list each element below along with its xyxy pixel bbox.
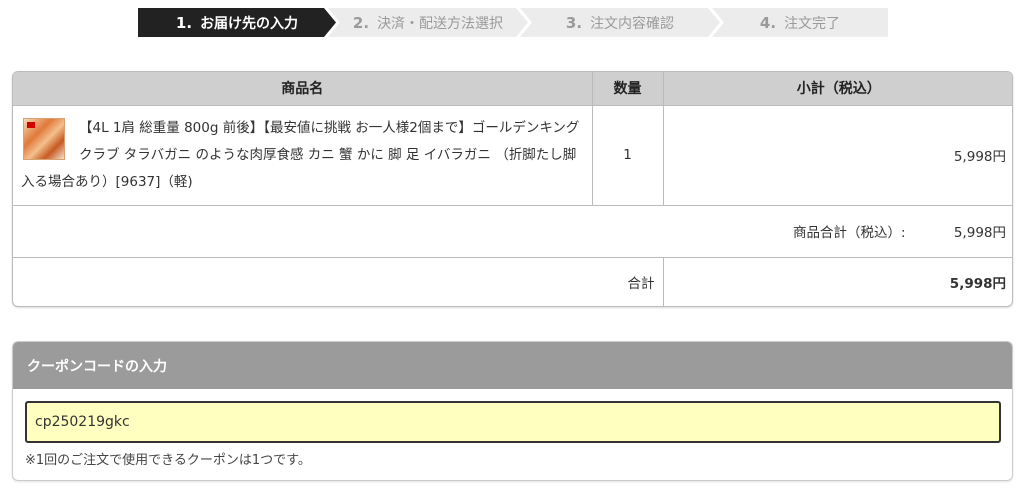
step-number: 4.	[759, 13, 777, 32]
quantity-value: 1	[592, 104, 664, 205]
product-name: 【4L 1肩 総重量 800g 前後】【最安値に挑戦 お一人様2個まで】ゴールデ…	[21, 119, 580, 190]
step-label: お届け先の入力	[200, 15, 299, 32]
product-total-label: 商品合計（税込）:	[792, 225, 906, 241]
step-number: 3.	[565, 13, 583, 32]
step-number: 1.	[175, 13, 193, 32]
step-payment-shipping: 2. 決済・配送方法選択	[328, 8, 528, 37]
cart-table: 商品名 数量 小計（税込） 【4L 1肩 総重量 800g 前後】【最安値に挑戦…	[12, 71, 1013, 307]
step-order-confirm: 3. 注文内容確認	[520, 8, 720, 37]
cart-header-row: 商品名 数量 小計（税込）	[13, 72, 1012, 105]
grand-total-row: 合計 5,998円	[13, 256, 1012, 306]
product-cell: 【4L 1肩 総重量 800g 前後】【最安値に挑戦 お一人様2個まで】ゴールデ…	[13, 104, 593, 205]
product-total-row: 商品合計（税込）: 5,998円	[13, 204, 1012, 257]
header-subtotal: 小計（税込）	[663, 72, 1012, 105]
step-label: 注文内容確認	[590, 15, 675, 32]
step-label: 注文完了	[784, 15, 841, 32]
product-thumbnail[interactable]	[23, 117, 65, 160]
coupon-title: クーポンコードの入力	[13, 342, 1012, 389]
product-total-value: 5,998円	[953, 225, 1006, 241]
coupon-note: ※1回のご注文で使用できるクーポンは1つです。	[25, 453, 311, 468]
total-label: 合計	[13, 256, 664, 306]
header-product-name: 商品名	[13, 72, 593, 105]
step-label: 決済・配送方法選択	[377, 15, 504, 32]
coupon-code-input[interactable]	[25, 401, 1001, 443]
item-price: 5,998円	[663, 104, 1012, 205]
checkout-steps: 1. お届け先の入力 2. 決済・配送方法選択 3. 注文内容確認 4. 注文完…	[138, 8, 888, 37]
header-quantity: 数量	[592, 72, 664, 105]
table-row: 【4L 1肩 総重量 800g 前後】【最安値に挑戦 お一人様2個まで】ゴールデ…	[13, 104, 1012, 205]
step-number: 2.	[352, 13, 370, 32]
step-delivery-address: 1. お届け先の入力	[138, 8, 336, 37]
coupon-panel: クーポンコードの入力 ※1回のご注文で使用できるクーポンは1つです。	[12, 341, 1013, 481]
step-order-complete: 4. 注文完了	[712, 8, 888, 37]
total-value: 5,998円	[663, 256, 1012, 306]
